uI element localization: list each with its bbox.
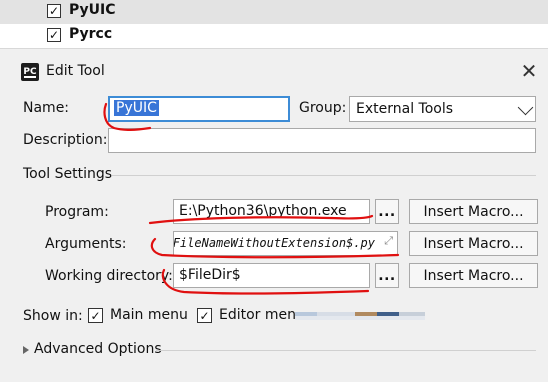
- arguments-label: Arguments:: [45, 236, 127, 252]
- arguments-field-value: $FileNameWithoutExtension$.py: [173, 236, 375, 250]
- working-directory-field-value: $FileDir$: [179, 267, 241, 283]
- dialog-title: Edit Tool: [46, 63, 105, 79]
- description-label: Description:: [23, 132, 108, 148]
- program-insert-macro-button[interactable]: Insert Macro...: [409, 199, 538, 224]
- group-select-value: External Tools: [356, 101, 454, 117]
- editor-menu-checkbox[interactable]: ✓: [197, 308, 212, 323]
- group-select[interactable]: External Tools: [349, 96, 536, 122]
- working-directory-label: Working directory:: [45, 268, 173, 284]
- pyuic-tree-checkbox[interactable]: ✓: [47, 4, 61, 18]
- arguments-insert-macro-button[interactable]: Insert Macro...: [409, 231, 538, 256]
- tool-settings-divider: [112, 175, 536, 176]
- main-menu-checkbox[interactable]: ✓: [88, 308, 103, 323]
- redacted-area: [295, 312, 425, 320]
- working-directory-insert-macro-button[interactable]: Insert Macro...: [409, 263, 538, 288]
- description-field[interactable]: [108, 128, 536, 153]
- program-field[interactable]: E:\Python36\python.exe: [173, 199, 370, 224]
- program-field-value: E:\Python36\python.exe: [179, 203, 347, 219]
- name-field[interactable]: PyUIC: [108, 96, 290, 122]
- program-browse-button[interactable]: ...: [375, 199, 399, 224]
- expand-triangle-icon[interactable]: [23, 346, 29, 354]
- expand-arrows-icon[interactable]: ⤢: [384, 234, 393, 248]
- arguments-field[interactable]: $FileNameWithoutExtension$.py ⤢: [173, 231, 398, 256]
- chevron-down-icon: [517, 99, 534, 116]
- show-in-label: Show in:: [23, 308, 83, 324]
- pyrcc-tree-label: Pyrcc: [69, 26, 113, 42]
- pyuic-tree-label: PyUIC: [69, 2, 116, 18]
- working-directory-browse-button[interactable]: ...: [375, 263, 399, 288]
- pyrcc-tree-checkbox[interactable]: ✓: [47, 28, 61, 42]
- group-label: Group:: [299, 100, 347, 116]
- name-field-value: PyUIC: [114, 100, 159, 116]
- advanced-options-divider: [156, 350, 536, 351]
- working-directory-field[interactable]: $FileDir$: [173, 263, 370, 288]
- editor-menu-label: Editor menu: [219, 307, 295, 323]
- name-label: Name:: [23, 100, 70, 116]
- pycharm-logo-icon: PC: [21, 63, 39, 81]
- advanced-options-toggle[interactable]: Advanced Options: [34, 341, 162, 357]
- tool-settings-header: Tool Settings: [23, 166, 113, 182]
- program-label: Program:: [45, 204, 109, 220]
- main-menu-label: Main menu: [110, 307, 188, 323]
- close-icon[interactable]: ✕: [518, 60, 540, 82]
